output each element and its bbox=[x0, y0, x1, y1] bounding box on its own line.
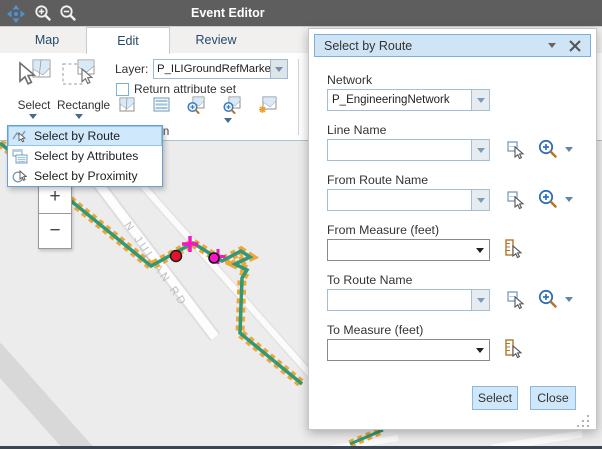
to-measure-value bbox=[328, 340, 471, 360]
menu-item-select-by-proximity[interactable]: Select by Proximity bbox=[8, 166, 162, 186]
rectangle-tool-dropdown-icon[interactable] bbox=[75, 114, 83, 119]
panel-collapse-icon[interactable] bbox=[548, 43, 556, 48]
from-route-dropdown-button[interactable] bbox=[471, 190, 489, 210]
layer-dropdown-button[interactable] bbox=[270, 60, 287, 78]
map-zoom-control: + − bbox=[38, 179, 72, 249]
line-name-value bbox=[328, 140, 471, 160]
tab-edit[interactable]: Edit bbox=[86, 27, 170, 54]
to-measure-label: To Measure (feet) bbox=[327, 323, 423, 337]
panel-resize-grip[interactable] bbox=[575, 413, 591, 434]
zoom-in-icon[interactable] bbox=[32, 3, 54, 25]
attribute-table-icon[interactable] bbox=[152, 96, 172, 114]
ribbon-group-separator bbox=[298, 59, 299, 135]
network-value: P_EngineeringNetwork bbox=[328, 90, 471, 110]
select-tool-label: Select bbox=[12, 98, 56, 112]
pan-icon[interactable] bbox=[5, 3, 27, 25]
menu-item-select-by-attributes[interactable]: Select by Attributes bbox=[8, 146, 162, 166]
pick-to-route-on-map-icon[interactable] bbox=[505, 289, 527, 311]
close-icon[interactable] bbox=[568, 39, 582, 53]
from-route-name-value bbox=[328, 190, 471, 210]
line-name-zoom-search-icon[interactable] bbox=[537, 138, 559, 160]
zoom-options-dropdown-icon[interactable] bbox=[224, 118, 232, 123]
line-name-label: Line Name bbox=[327, 123, 386, 137]
select-by-route-icon bbox=[12, 129, 29, 144]
to-route-zoom-dropdown-icon[interactable] bbox=[565, 297, 573, 302]
return-attribute-set-checkbox[interactable] bbox=[116, 83, 129, 96]
pick-from-route-on-map-icon[interactable] bbox=[505, 189, 527, 211]
to-route-name-value bbox=[328, 290, 471, 310]
app-title: Event Editor bbox=[191, 0, 265, 27]
select-dropdown-menu: Select by Route Select by Attributes bbox=[7, 125, 163, 187]
red-point-marker bbox=[171, 251, 182, 262]
network-dropdown-button[interactable] bbox=[471, 90, 489, 110]
rectangle-tool-icon bbox=[61, 78, 97, 95]
menu-item-label: Select by Attributes bbox=[34, 149, 138, 163]
select-by-route-panel: Select by Route Network P_EngineeringNet… bbox=[308, 28, 597, 430]
to-measure-combobox[interactable] bbox=[327, 339, 490, 361]
panel-title: Select by Route bbox=[315, 39, 548, 53]
pick-from-measure-icon[interactable] bbox=[503, 238, 525, 260]
chevron-down-icon bbox=[477, 198, 485, 203]
menu-item-label: Select by Route bbox=[34, 129, 120, 143]
layer-label: Layer: bbox=[115, 62, 148, 76]
rectangle-tool-label: Rectangle bbox=[57, 98, 101, 112]
from-measure-label: From Measure (feet) bbox=[327, 223, 439, 237]
zoom-out-icon[interactable] bbox=[57, 3, 79, 25]
network-label: Network bbox=[327, 73, 372, 87]
chevron-down-icon bbox=[477, 98, 485, 103]
select-button[interactable]: Select bbox=[472, 386, 518, 410]
pick-line-on-map-icon[interactable] bbox=[505, 139, 527, 161]
rectangle-tool-button[interactable]: Rectangle bbox=[57, 59, 101, 112]
select-features-icon[interactable] bbox=[118, 96, 138, 114]
map-zoom-out-button[interactable]: − bbox=[38, 214, 72, 249]
from-route-zoom-dropdown-icon[interactable] bbox=[565, 197, 573, 202]
zoom-to-selection-alt-icon[interactable] bbox=[222, 96, 242, 114]
menu-item-label: Select by Proximity bbox=[34, 169, 138, 183]
chevron-down-icon bbox=[476, 348, 484, 353]
event-editor-window: N JULIAN RD + − bbox=[0, 0, 602, 449]
line-name-zoom-dropdown-icon[interactable] bbox=[565, 147, 573, 152]
chevron-down-icon bbox=[477, 148, 485, 153]
to-route-name-combobox[interactable] bbox=[327, 289, 490, 311]
from-measure-dropdown-button[interactable] bbox=[471, 240, 489, 260]
menu-item-select-by-route[interactable]: Select by Route bbox=[8, 126, 162, 146]
selection-options-icon[interactable] bbox=[258, 96, 278, 114]
title-bar: Event Editor bbox=[0, 0, 602, 27]
from-route-zoom-search-icon[interactable] bbox=[537, 188, 559, 210]
chevron-down-icon bbox=[275, 67, 283, 72]
select-by-proximity-icon bbox=[12, 169, 29, 184]
to-measure-dropdown-button[interactable] bbox=[471, 340, 489, 360]
line-name-combobox[interactable] bbox=[327, 139, 490, 161]
tab-review[interactable]: Review bbox=[178, 27, 254, 53]
chevron-down-icon bbox=[476, 248, 484, 253]
select-tool-button[interactable]: Select bbox=[12, 59, 56, 112]
to-route-dropdown-button[interactable] bbox=[471, 290, 489, 310]
panel-header[interactable]: Select by Route bbox=[314, 34, 591, 57]
tab-map[interactable]: Map bbox=[18, 27, 76, 53]
layer-value: P_ILIGroundRefMarkers bbox=[154, 60, 270, 78]
chevron-down-icon bbox=[477, 298, 485, 303]
return-attribute-set-label: Return attribute set bbox=[134, 82, 236, 96]
layer-combobox[interactable]: P_ILIGroundRefMarkers bbox=[153, 59, 288, 79]
zoom-to-selection-icon[interactable] bbox=[186, 96, 206, 114]
magenta-point-marker bbox=[209, 253, 219, 263]
select-tool-icon bbox=[16, 78, 52, 95]
select-by-attributes-icon bbox=[12, 149, 29, 164]
select-tool-dropdown-icon[interactable] bbox=[29, 114, 37, 119]
line-name-dropdown-button[interactable] bbox=[471, 140, 489, 160]
from-route-name-combobox[interactable] bbox=[327, 189, 490, 211]
from-measure-value bbox=[328, 240, 471, 260]
from-measure-combobox[interactable] bbox=[327, 239, 490, 261]
pick-to-measure-icon[interactable] bbox=[503, 338, 525, 360]
close-button[interactable]: Close bbox=[530, 386, 576, 410]
to-route-name-label: To Route Name bbox=[327, 273, 412, 287]
from-route-name-label: From Route Name bbox=[327, 173, 428, 187]
to-route-zoom-search-icon[interactable] bbox=[537, 288, 559, 310]
network-combobox[interactable]: P_EngineeringNetwork bbox=[327, 89, 490, 111]
